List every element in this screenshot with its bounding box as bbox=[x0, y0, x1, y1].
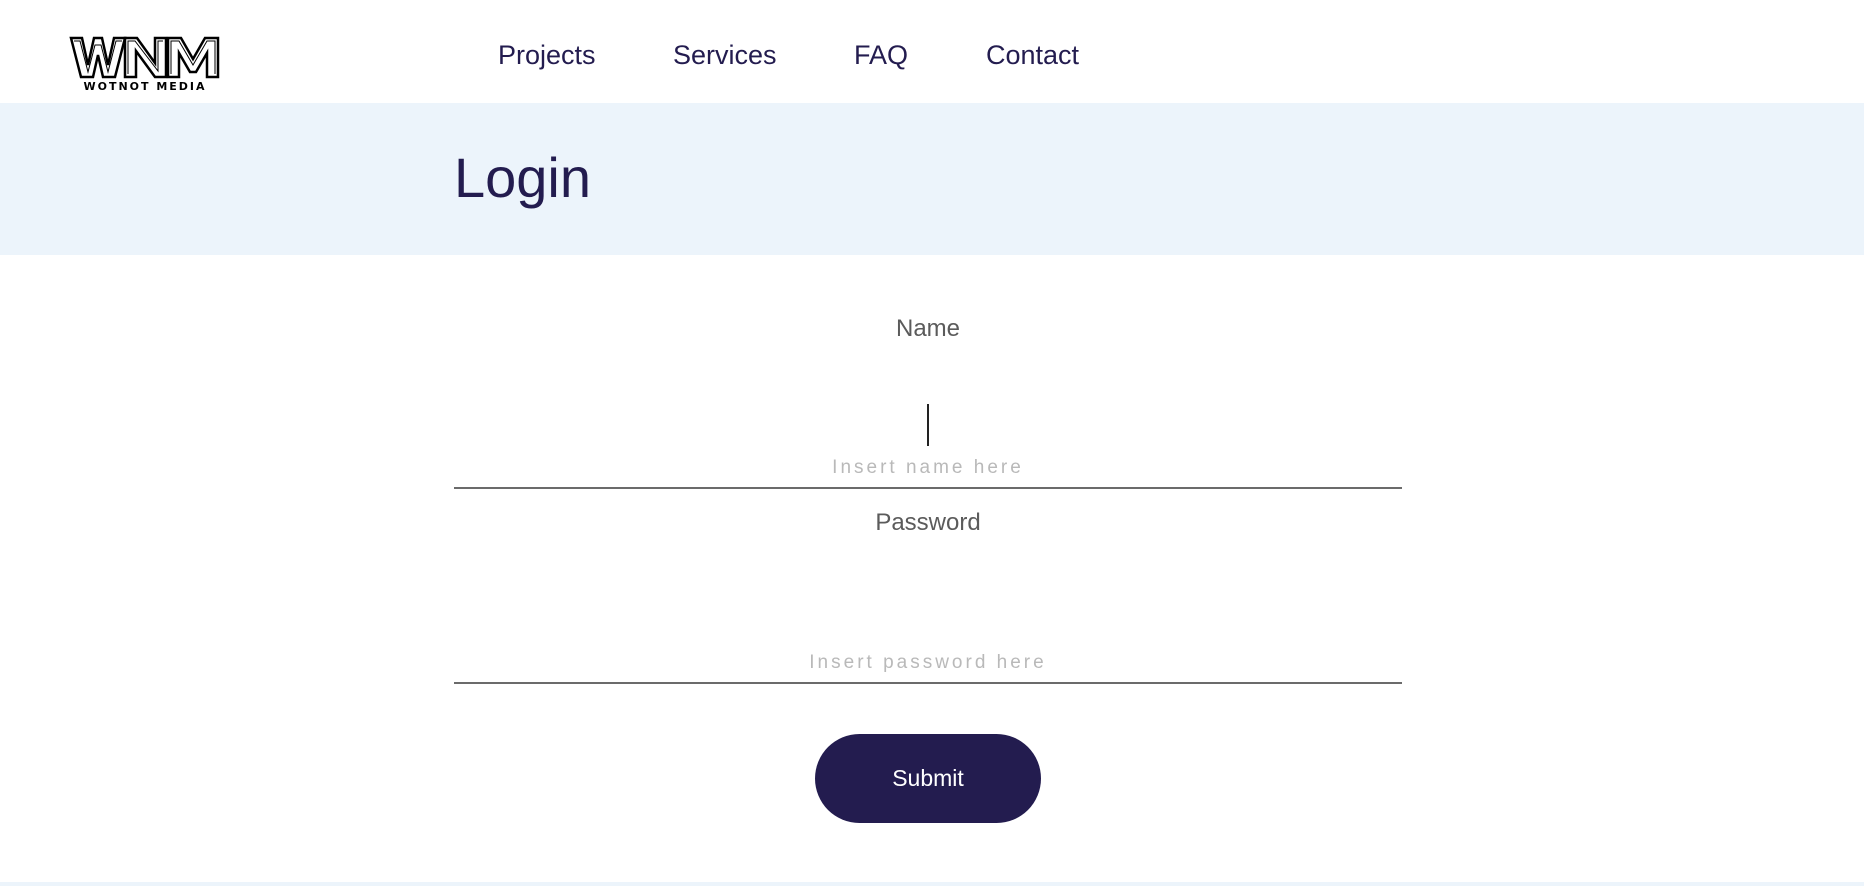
login-form: Name Password Submit bbox=[454, 255, 1402, 855]
submit-button[interactable]: Submit bbox=[815, 734, 1041, 823]
page-title-banner: Login bbox=[0, 103, 1864, 255]
name-label: Name bbox=[895, 315, 961, 342]
text-cursor bbox=[927, 404, 929, 446]
nav-link-faq[interactable]: FAQ bbox=[854, 38, 908, 72]
nav-link-projects[interactable]: Projects bbox=[498, 38, 596, 72]
name-input[interactable] bbox=[454, 449, 1402, 489]
footer-edge bbox=[0, 882, 1864, 886]
password-label: Password bbox=[875, 509, 981, 536]
site-header: WOTNOT MEDIA Projects Services FAQ Conta… bbox=[0, 0, 1864, 103]
page-title: Login bbox=[454, 146, 592, 209]
main-nav: Projects Services FAQ Contact bbox=[0, 0, 1864, 103]
nav-link-services[interactable]: Services bbox=[673, 38, 777, 72]
nav-link-contact[interactable]: Contact bbox=[986, 38, 1079, 72]
password-input[interactable] bbox=[454, 644, 1402, 684]
